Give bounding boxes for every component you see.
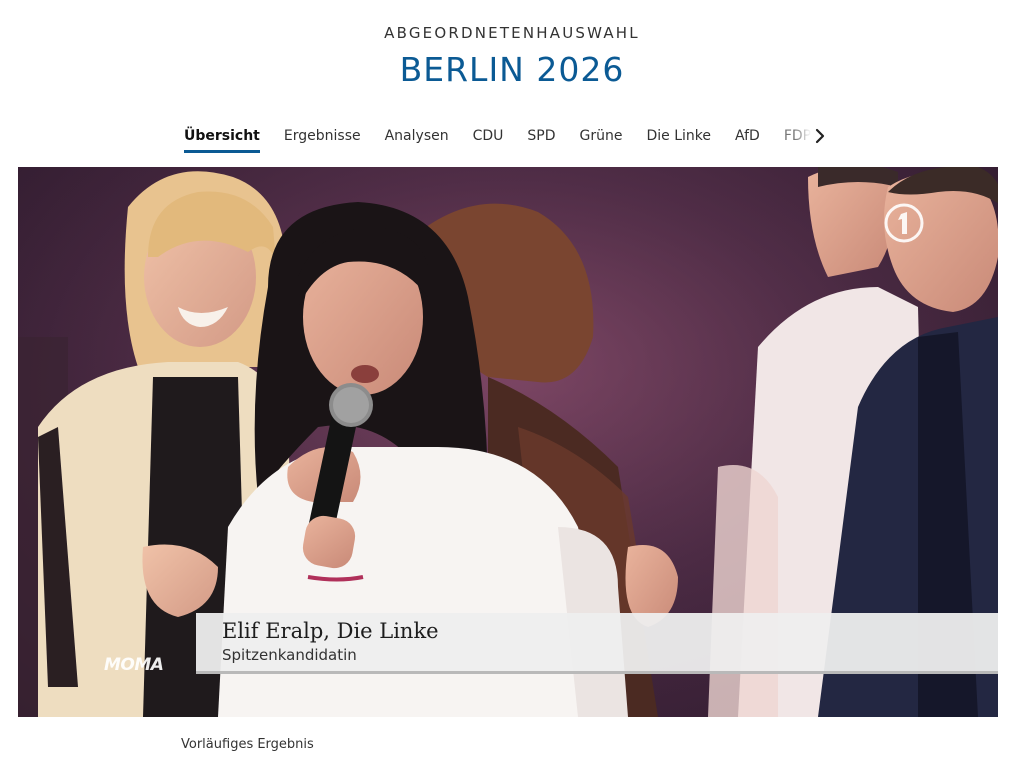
tab-uebersicht[interactable]: Übersicht [184,128,260,153]
moma-show-logo: MOMA [104,655,164,675]
tab-gruene[interactable]: Grüne [580,128,623,150]
ard-one-icon [884,203,924,243]
chevron-right-icon[interactable] [815,128,825,144]
video-player[interactable]: MOMA Elif Eralp, Die Linke Spitzenkandid… [18,167,998,717]
lower-third-caption: Elif Eralp, Die Linke Spitzenkandidatin [196,613,998,674]
tab-fdp[interactable]: FDP [784,128,811,150]
tab-spd[interactable]: SPD [527,128,555,150]
speaker-role: Spitzenkandidatin [222,646,357,664]
section-tabs: Übersicht Ergebnisse Analysen CDU SPD Gr… [184,128,825,158]
tab-analysen[interactable]: Analysen [385,128,449,150]
tab-ergebnisse[interactable]: Ergebnisse [284,128,361,150]
result-caption: Vorläufiges Ergebnis [181,737,314,752]
page-title: BERLIN 2026 [399,50,625,89]
tab-afd[interactable]: AfD [735,128,760,150]
tab-cdu[interactable]: CDU [473,128,504,150]
election-kicker: ABGEORDNETENHAUSWAHL [384,24,640,42]
tab-die-linke[interactable]: Die Linke [646,128,711,150]
speaker-name: Elif Eralp, Die Linke [222,619,439,643]
page-header: ABGEORDNETENHAUSWAHL BERLIN 2026 [0,0,1024,110]
